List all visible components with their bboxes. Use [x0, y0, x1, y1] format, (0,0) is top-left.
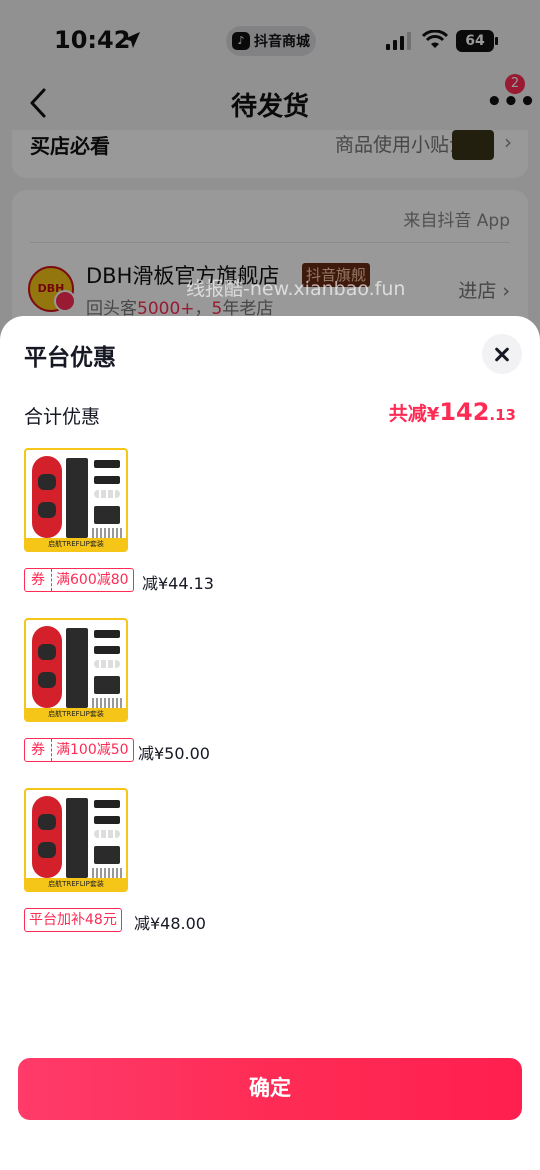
coupon-value: 满600减80 — [56, 572, 129, 588]
platform-subsidy-tag: 平台加补48元 — [24, 908, 122, 932]
coupon-value: 满100减50 — [56, 742, 129, 758]
coupon-tag: 券 满600减80 — [24, 568, 134, 592]
discount-item: 启航TREFLIP套装 券 满100减50 减¥50.00 — [24, 618, 324, 764]
saving-amount: 减¥44.13 — [142, 574, 214, 593]
confirm-button[interactable]: 确定 — [18, 1058, 522, 1120]
coupon-key: 券 — [25, 569, 52, 591]
saving-amount: 减¥50.00 — [138, 744, 210, 763]
product-band-label: 启航TREFLIP套装 — [26, 708, 126, 720]
product-thumbnail[interactable]: 启航TREFLIP套装 — [24, 618, 128, 722]
discount-item: 启航TREFLIP套装 券 满600减80 减¥44.13 — [24, 448, 324, 594]
total-discount-value: 共减¥142.13 — [388, 398, 516, 426]
product-band-label: 启航TREFLIP套装 — [26, 538, 126, 550]
product-thumbnail[interactable]: 启航TREFLIP套装 — [24, 788, 128, 892]
coupon-tag: 券 满100减50 — [24, 738, 134, 762]
sheet-title: 平台优惠 — [24, 345, 116, 371]
platform-discount-sheet: 平台优惠 合计优惠 共减¥142.13 启航TREFLIP套装 券 满600减8… — [0, 316, 540, 1170]
close-button[interactable] — [482, 334, 522, 374]
discount-item: 启航TREFLIP套装 平台加补48元 减¥48.00 — [24, 788, 324, 934]
product-band-label: 启航TREFLIP套装 — [26, 878, 126, 890]
coupon-key: 券 — [25, 739, 52, 761]
saving-amount: 减¥48.00 — [134, 914, 206, 933]
product-thumbnail[interactable]: 启航TREFLIP套装 — [24, 448, 128, 552]
total-discount-label: 合计优惠 — [24, 406, 101, 428]
watermark: 线报酷-new.xianbao.fun — [186, 278, 406, 300]
